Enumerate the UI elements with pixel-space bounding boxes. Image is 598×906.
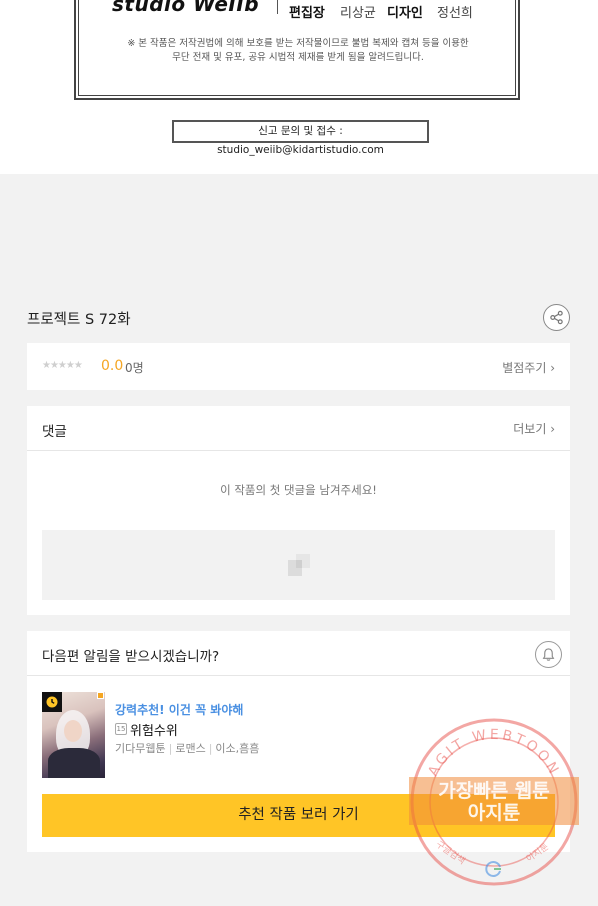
comment-card: 댓글 더보기 › 이 작품의 첫 댓글을 남겨주세요! xyxy=(27,406,570,615)
genre-label: 로맨스 xyxy=(175,742,206,755)
copyright-notice-line1: ※ 본 작품은 저작권법에 의해 보호를 받는 저작물이므로 불법 복제와 캡쳐… xyxy=(127,38,469,49)
share-button[interactable] xyxy=(543,304,570,331)
share-icon xyxy=(550,310,563,325)
staff-role-design: 디자인 xyxy=(387,6,423,21)
wait-free-badge xyxy=(42,692,62,712)
copyright-notice-line2: 무단 전재 및 유포, 공유 시법적 제재를 받게 됨을 알려드립니다. xyxy=(172,52,424,63)
image-placeholder-icon xyxy=(288,554,310,576)
clock-icon xyxy=(46,696,58,708)
staff-name-design: 정선희 xyxy=(437,6,473,21)
rating-value: 0.0 xyxy=(101,358,124,374)
comment-header: 댓글 더보기 › xyxy=(27,406,570,451)
comment-title: 댓글 xyxy=(42,424,67,440)
notify-question: 다음편 알림을 받으시겠습니까? xyxy=(42,649,220,665)
rating-count: 0명 xyxy=(125,361,144,375)
notify-header: 다음편 알림을 받으시겠습니까? xyxy=(27,631,570,676)
recommendation-title-row[interactable]: 15 위험수위 xyxy=(115,721,178,739)
empty-comment-message: 이 작품의 첫 댓글을 남겨주세요! xyxy=(220,483,377,497)
staff-name-editor: 리상균 xyxy=(340,6,376,21)
genre-label: 기다무웹툰 xyxy=(115,742,166,755)
recommendation-tag[interactable]: 강력추천! 이건 꼭 봐야해 xyxy=(115,701,243,718)
go-to-recommendation-button[interactable]: 추천 작품 보러 가기 xyxy=(42,794,555,837)
thumbnail-figure-face xyxy=(64,720,82,742)
age-rating-dot xyxy=(97,692,104,699)
author-label: 이소,흠흠 xyxy=(215,742,260,755)
meta-separator: | xyxy=(168,742,173,755)
notify-bell-button[interactable] xyxy=(535,641,562,668)
google-g-icon xyxy=(485,861,501,877)
logo-divider xyxy=(277,0,278,14)
rating-card: ★★★★★ 0.0 0명 별점주기 › xyxy=(27,343,570,390)
comment-more-link[interactable]: 더보기 › xyxy=(513,420,555,437)
thumbnail-figure-coat xyxy=(48,748,100,778)
rating-stars[interactable]: ★★★★★ xyxy=(42,360,83,371)
recommendation-meta: 기다무웹툰 | 로맨스 | 이소,흠흠 xyxy=(115,740,259,756)
bell-icon xyxy=(542,648,555,661)
age-15-icon: 15 xyxy=(115,723,127,735)
staff-role-editor: 편집장 xyxy=(289,6,325,21)
episode-title: 프로젝트 S 72화 xyxy=(27,312,131,328)
ad-placeholder[interactable] xyxy=(42,530,555,600)
rate-link[interactable]: 별점주기 › xyxy=(502,359,555,376)
next-episode-card: 다음편 알림을 받으시겠습니까? 강력추천! 이건 꼭 봐야해 15 위험수위 … xyxy=(27,631,570,852)
episode-credit-image: studio WeIIb 편집장 리상균 디자인 정선희 ※ 본 작품은 저작권… xyxy=(0,0,598,174)
studio-logo: studio WeIIb xyxy=(112,0,260,16)
meta-separator: | xyxy=(208,742,213,755)
report-contact-box: 신고 문의 및 접수 : studio_weiib@kidartistudio.… xyxy=(172,120,429,156)
recommendation-title: 위험수위 xyxy=(130,723,178,739)
